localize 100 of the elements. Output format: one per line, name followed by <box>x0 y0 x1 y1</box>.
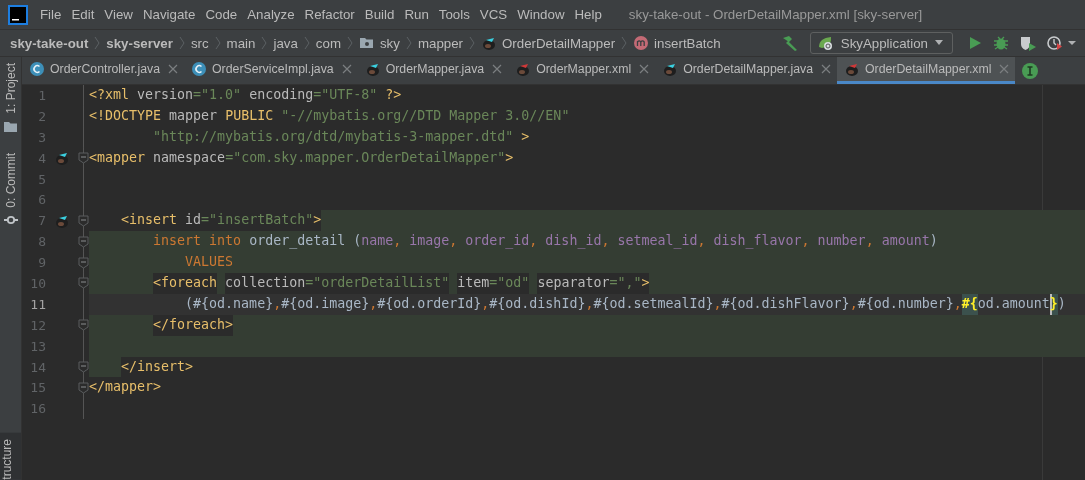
code-token: , <box>601 232 611 251</box>
code-token: , <box>481 294 490 313</box>
menu-item[interactable]: Tools <box>433 7 475 22</box>
breadcrumb-item[interactable]: insertBatch <box>654 35 721 51</box>
editor-tab[interactable]: OrderDetailMapper.java <box>655 57 837 84</box>
breadcrumb-item[interactable]: OrderDetailMapper <box>502 35 616 51</box>
code-token: </insert> <box>121 357 194 376</box>
menu-item[interactable]: Edit <box>66 7 100 22</box>
code-token: ="UTF-8" <box>313 86 378 104</box>
code-token: , <box>953 294 962 313</box>
breadcrumb-item[interactable]: java <box>273 35 298 51</box>
menu-item[interactable]: View <box>99 7 138 22</box>
line-number: 4 <box>37 150 46 166</box>
breadcrumb-item[interactable]: sky <box>379 35 400 51</box>
line-number: 13 <box>29 338 46 354</box>
code-token: ="com.sky.mapper.OrderDetailMapper" <box>225 148 506 167</box>
line-number: 8 <box>37 234 46 250</box>
code-token: , <box>849 294 858 313</box>
code-token: amount <box>881 232 930 251</box>
code-token: VALUES <box>185 253 234 272</box>
menu-item[interactable]: Build <box>359 7 400 22</box>
code-token: #{od.image} <box>281 294 370 313</box>
code-token: dish_flavor <box>713 232 802 251</box>
line-number: 9 <box>37 255 46 271</box>
line-number: 11 <box>29 296 46 312</box>
code-token: #{od.setmealId} <box>593 294 714 313</box>
menu-item[interactable]: VCS <box>474 7 513 22</box>
code-token: , <box>529 232 539 251</box>
code-token: encoding <box>249 86 314 104</box>
code-token: #{od.orderId} <box>377 294 482 313</box>
line-number: 16 <box>29 401 46 417</box>
menu-item[interactable]: File <box>35 7 67 22</box>
line-number: 1 <box>37 87 46 103</box>
code-token: version <box>137 86 194 104</box>
line-number: 14 <box>29 359 46 375</box>
line-number: 6 <box>37 192 46 208</box>
code-token: #{od.dishId} <box>489 294 586 313</box>
code-token: PUBLIC <box>225 106 274 125</box>
code-token: , <box>449 232 459 251</box>
code-token: name <box>361 232 394 251</box>
code-token: item <box>457 273 490 294</box>
code-token: #{od.dishFlavor} <box>721 294 850 313</box>
editor-tab[interactable]: OrderServiceImpl.java <box>184 57 358 84</box>
menu-item[interactable]: Navigate <box>137 7 201 22</box>
code-token: , <box>585 294 594 313</box>
menu-item[interactable]: Run <box>399 7 434 22</box>
code-token: "http://mybatis.org/dtd/mybatis-3-mapper.dtd" <box>153 127 514 146</box>
tool-window-button[interactable]: 0: Commit <box>3 152 18 208</box>
code-token: collection <box>225 273 306 294</box>
menu-item[interactable]: Refactor <box>299 7 360 22</box>
code-token: dish_id <box>545 232 602 251</box>
menu-item[interactable]: Window <box>512 7 570 22</box>
code-token: order_id <box>465 232 530 251</box>
code-token: > <box>505 148 514 167</box>
code-token: #{od.number} <box>857 294 954 313</box>
code-token: ="orderDetailList" <box>305 273 450 294</box>
tool-window-button[interactable]: tructure <box>0 433 21 480</box>
code-token: <mapper <box>89 148 146 167</box>
window-title: sky-take-out - OrderDetailMapper.xml [sky-server] <box>628 7 923 22</box>
line-number: 12 <box>29 317 46 333</box>
breadcrumb-item[interactable]: com <box>315 35 341 51</box>
code-token: , <box>713 294 722 313</box>
menu-item[interactable]: Help <box>569 7 607 22</box>
breadcrumb-item[interactable]: sky-take-out <box>10 35 89 51</box>
code-token: ="," <box>609 273 642 294</box>
editor-tab[interactable]: OrderController.java <box>22 57 185 84</box>
run-config-dropdown[interactable]: SkyApplication <box>809 32 953 54</box>
tool-window-button[interactable]: 1: Project <box>3 63 18 114</box>
code-token: > <box>641 273 650 294</box>
breadcrumb-item[interactable]: mapper <box>417 35 463 51</box>
breadcrumb-item[interactable]: main <box>226 35 256 51</box>
code-token: separator <box>537 273 610 294</box>
code-token: ) <box>1057 294 1066 313</box>
editor-tab[interactable]: OrderMapper.xml <box>508 57 656 84</box>
code-token: number <box>817 232 866 251</box>
breadcrumb-item[interactable]: sky-server <box>106 35 173 51</box>
code-token: #{ <box>961 293 978 315</box>
code-token: ) <box>929 232 938 251</box>
code-token: , <box>801 232 811 251</box>
code-token: ="od" <box>489 273 530 294</box>
code-token: (#{od.name} <box>185 294 274 313</box>
code-token: image <box>409 232 450 251</box>
code-token: </mapper> <box>89 378 162 397</box>
menu-item[interactable]: Code <box>200 7 243 22</box>
code-token: ?> <box>385 86 402 104</box>
code-token: , <box>369 294 378 313</box>
code-token: <!DOCTYPE <box>89 106 162 125</box>
code-token: setmeal_id <box>617 232 698 251</box>
editor-tab[interactable]: OrderMapper.java <box>357 57 509 84</box>
code-token: > <box>521 127 530 146</box>
editor-tab[interactable]: OrderDetailMapper.xml <box>837 57 1016 84</box>
line-number: 7 <box>37 213 46 229</box>
code-token: <?xml <box>89 86 130 104</box>
line-number: 10 <box>29 275 46 291</box>
line-number: 2 <box>37 108 46 124</box>
code-token: , <box>393 232 403 251</box>
breadcrumb-item[interactable]: src <box>190 35 209 51</box>
code-token: order_detail ( <box>249 232 362 251</box>
menu-item[interactable]: Analyze <box>242 7 300 22</box>
code-token: od.amount <box>977 294 1050 313</box>
